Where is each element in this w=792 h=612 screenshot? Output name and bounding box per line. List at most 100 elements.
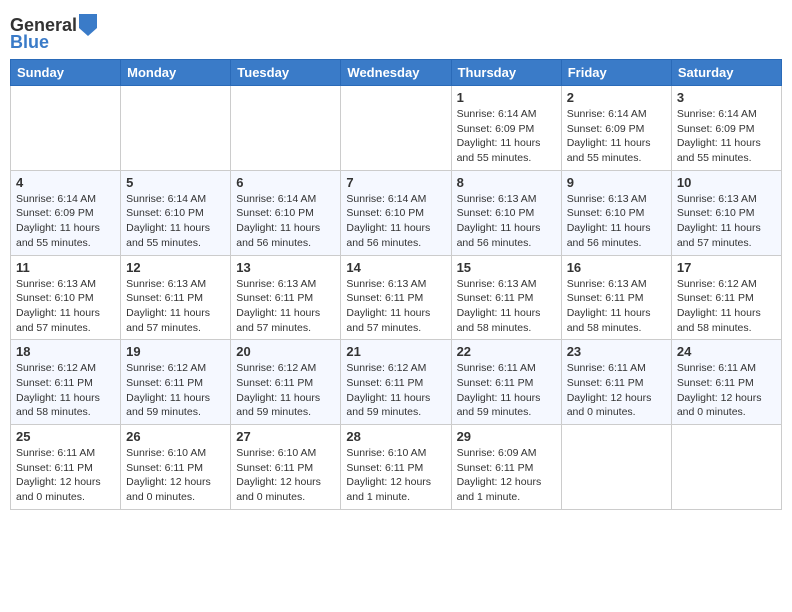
weekday-header-monday: Monday: [121, 60, 231, 86]
day-number: 13: [236, 260, 335, 275]
calendar-cell: 5 Sunrise: 6:14 AM Sunset: 6:10 PM Daylig…: [121, 170, 231, 255]
weekday-header-thursday: Thursday: [451, 60, 561, 86]
calendar-cell: 25 Sunrise: 6:11 AM Sunset: 6:11 PM Dayli…: [11, 425, 121, 510]
day-info: Sunrise: 6:13 AM Sunset: 6:10 PM Dayligh…: [567, 192, 666, 251]
calendar-cell: 20 Sunrise: 6:12 AM Sunset: 6:11 PM Dayli…: [231, 340, 341, 425]
week-row-4: 18 Sunrise: 6:12 AM Sunset: 6:11 PM Dayli…: [11, 340, 782, 425]
calendar-cell: 16 Sunrise: 6:13 AM Sunset: 6:11 PM Dayli…: [561, 255, 671, 340]
calendar-cell: 11 Sunrise: 6:13 AM Sunset: 6:10 PM Dayli…: [11, 255, 121, 340]
day-info: Sunrise: 6:09 AM Sunset: 6:11 PM Dayligh…: [457, 446, 556, 505]
day-info: Sunrise: 6:13 AM Sunset: 6:11 PM Dayligh…: [236, 277, 335, 336]
calendar-cell: 12Sunrise: 6:13 AM Sunset: 6:11 PM Dayli…: [121, 255, 231, 340]
weekday-header-friday: Friday: [561, 60, 671, 86]
day-info: Sunrise: 6:11 AM Sunset: 6:11 PM Dayligh…: [457, 361, 556, 420]
week-row-1: 1 Sunrise: 6:14 AM Sunset: 6:09 PM Daylig…: [11, 86, 782, 171]
calendar-cell: 19 Sunrise: 6:12 AM Sunset: 6:11 PM Dayli…: [121, 340, 231, 425]
calendar-cell: 26 Sunrise: 6:10 AM Sunset: 6:11 PM Dayli…: [121, 425, 231, 510]
day-info: Sunrise: 6:10 AM Sunset: 6:11 PM Dayligh…: [346, 446, 445, 505]
day-number: 5: [126, 175, 225, 190]
week-row-5: 25 Sunrise: 6:11 AM Sunset: 6:11 PM Dayli…: [11, 425, 782, 510]
calendar-cell: 14 Sunrise: 6:13 AM Sunset: 6:11 PM Dayli…: [341, 255, 451, 340]
day-info: Sunrise: 6:13 AM Sunset: 6:10 PM Dayligh…: [457, 192, 556, 251]
weekday-header-wednesday: Wednesday: [341, 60, 451, 86]
header: General Blue: [10, 10, 782, 53]
day-number: 17: [677, 260, 776, 275]
day-number: 22: [457, 344, 556, 359]
day-number: 11: [16, 260, 115, 275]
day-number: 18: [16, 344, 115, 359]
calendar-cell: 1 Sunrise: 6:14 AM Sunset: 6:09 PM Daylig…: [451, 86, 561, 171]
calendar-cell: 7 Sunrise: 6:14 AM Sunset: 6:10 PM Daylig…: [341, 170, 451, 255]
day-number: 10: [677, 175, 776, 190]
day-number: 26: [126, 429, 225, 444]
day-info: Sunrise: 6:11 AM Sunset: 6:11 PM Dayligh…: [16, 446, 115, 505]
day-info: Sunrise: 6:11 AM Sunset: 6:11 PM Dayligh…: [677, 361, 776, 420]
calendar-cell: 3 Sunrise: 6:14 AM Sunset: 6:09 PM Daylig…: [671, 86, 781, 171]
day-info: Sunrise: 6:14 AM Sunset: 6:09 PM Dayligh…: [677, 107, 776, 166]
calendar-cell: [121, 86, 231, 171]
day-info: Sunrise: 6:12 AM Sunset: 6:11 PM Dayligh…: [346, 361, 445, 420]
calendar-cell: 4 Sunrise: 6:14 AM Sunset: 6:09 PM Daylig…: [11, 170, 121, 255]
day-number: 7: [346, 175, 445, 190]
calendar-cell: [341, 86, 451, 171]
calendar-cell: [231, 86, 341, 171]
calendar-cell: 27 Sunrise: 6:10 AM Sunset: 6:11 PM Dayli…: [231, 425, 341, 510]
calendar-cell: 6 Sunrise: 6:14 AM Sunset: 6:10 PM Daylig…: [231, 170, 341, 255]
day-number: 12: [126, 260, 225, 275]
day-info: Sunrise: 6:12 AM Sunset: 6:11 PM Dayligh…: [236, 361, 335, 420]
day-info: Sunrise: 6:14 AM Sunset: 6:10 PM Dayligh…: [346, 192, 445, 251]
day-info: Sunrise: 6:12 AM Sunset: 6:11 PM Dayligh…: [16, 361, 115, 420]
day-number: 27: [236, 429, 335, 444]
calendar-cell: 17 Sunrise: 6:12 AM Sunset: 6:11 PM Dayli…: [671, 255, 781, 340]
day-number: 19: [126, 344, 225, 359]
day-info: Sunrise: 6:14 AM Sunset: 6:09 PM Dayligh…: [457, 107, 556, 166]
day-number: 23: [567, 344, 666, 359]
calendar-cell: 15Sunrise: 6:13 AM Sunset: 6:11 PM Dayli…: [451, 255, 561, 340]
calendar-cell: 8 Sunrise: 6:13 AM Sunset: 6:10 PM Daylig…: [451, 170, 561, 255]
weekday-header-tuesday: Tuesday: [231, 60, 341, 86]
weekday-header-saturday: Saturday: [671, 60, 781, 86]
calendar-cell: 9 Sunrise: 6:13 AM Sunset: 6:10 PM Daylig…: [561, 170, 671, 255]
day-number: 3: [677, 90, 776, 105]
day-number: 1: [457, 90, 556, 105]
day-info: Sunrise: 6:14 AM Sunset: 6:09 PM Dayligh…: [16, 192, 115, 251]
calendar-cell: 13 Sunrise: 6:13 AM Sunset: 6:11 PM Dayli…: [231, 255, 341, 340]
logo-blue-text: Blue: [10, 32, 49, 53]
calendar-cell: [11, 86, 121, 171]
calendar-cell: 18 Sunrise: 6:12 AM Sunset: 6:11 PM Dayli…: [11, 340, 121, 425]
day-info: Sunrise: 6:10 AM Sunset: 6:11 PM Dayligh…: [236, 446, 335, 505]
calendar-cell: 21 Sunrise: 6:12 AM Sunset: 6:11 PM Dayli…: [341, 340, 451, 425]
day-number: 9: [567, 175, 666, 190]
day-info: Sunrise: 6:13 AM Sunset: 6:11 PM Dayligh…: [567, 277, 666, 336]
day-info: Sunrise: 6:13 AM Sunset: 6:11 PM Dayligh…: [346, 277, 445, 336]
day-number: 4: [16, 175, 115, 190]
day-info: Sunrise: 6:13 AM Sunset: 6:10 PM Dayligh…: [677, 192, 776, 251]
day-number: 24: [677, 344, 776, 359]
logo-icon: [79, 14, 97, 36]
day-info: Sunrise: 6:12 AM Sunset: 6:11 PM Dayligh…: [126, 361, 225, 420]
day-number: 8: [457, 175, 556, 190]
day-info: Sunrise: 6:14 AM Sunset: 6:10 PM Dayligh…: [126, 192, 225, 251]
week-row-3: 11 Sunrise: 6:13 AM Sunset: 6:10 PM Dayli…: [11, 255, 782, 340]
weekday-header-sunday: Sunday: [11, 60, 121, 86]
day-info: Sunrise: 6:12 AM Sunset: 6:11 PM Dayligh…: [677, 277, 776, 336]
day-number: 6: [236, 175, 335, 190]
day-info: Sunrise: 6:13 AM Sunset: 6:10 PM Dayligh…: [16, 277, 115, 336]
day-number: 21: [346, 344, 445, 359]
day-number: 25: [16, 429, 115, 444]
day-number: 28: [346, 429, 445, 444]
calendar-cell: 10 Sunrise: 6:13 AM Sunset: 6:10 PM Dayli…: [671, 170, 781, 255]
day-info: Sunrise: 6:10 AM Sunset: 6:11 PM Dayligh…: [126, 446, 225, 505]
day-number: 2: [567, 90, 666, 105]
day-number: 14: [346, 260, 445, 275]
day-number: 16: [567, 260, 666, 275]
day-info: Sunrise: 6:14 AM Sunset: 6:10 PM Dayligh…: [236, 192, 335, 251]
day-number: 20: [236, 344, 335, 359]
weekday-header-row: SundayMondayTuesdayWednesdayThursdayFrid…: [11, 60, 782, 86]
calendar-cell: 28 Sunrise: 6:10 AM Sunset: 6:11 PM Dayli…: [341, 425, 451, 510]
calendar-cell: [671, 425, 781, 510]
calendar-cell: 23Sunrise: 6:11 AM Sunset: 6:11 PM Dayli…: [561, 340, 671, 425]
calendar-cell: 2Sunrise: 6:14 AM Sunset: 6:09 PM Daylig…: [561, 86, 671, 171]
logo: General Blue: [10, 14, 97, 53]
calendar-cell: 24 Sunrise: 6:11 AM Sunset: 6:11 PM Dayli…: [671, 340, 781, 425]
